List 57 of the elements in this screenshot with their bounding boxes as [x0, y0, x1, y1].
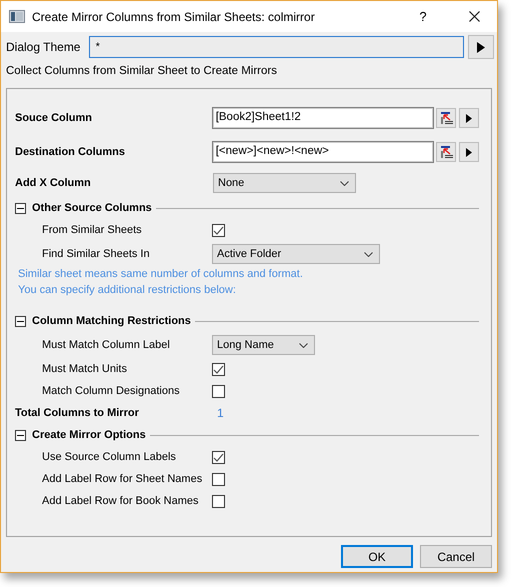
dropdown[interactable]: Long Name	[212, 335, 315, 355]
info-text: Similar sheet means same number of columns and format.	[18, 267, 304, 282]
section-title: Create Mirror Options	[32, 428, 146, 443]
column-picker-button[interactable]	[436, 108, 456, 128]
value-text: 1	[217, 405, 224, 422]
input-field[interactable]: [Book2]Sheet1!2	[212, 107, 434, 129]
dropdown[interactable]: Active Folder	[212, 244, 380, 264]
description-text: Collect Columns from Similar Sheet to Create Mirrors	[6, 64, 277, 80]
section-title: Other Source Columns	[32, 200, 152, 216]
theme-menu-button[interactable]	[468, 35, 494, 59]
close-icon	[468, 11, 480, 22]
field-label: From Similar Sheets	[42, 222, 143, 238]
arrow-button[interactable]	[459, 108, 479, 128]
collapse-toggle[interactable]	[15, 430, 26, 440]
collapse-toggle[interactable]	[15, 202, 26, 214]
dropdown[interactable]: None	[213, 173, 356, 193]
field-label: Total Columns to Mirror	[15, 406, 140, 421]
chevron-down-icon	[340, 180, 349, 186]
arrow-button[interactable]	[459, 142, 479, 162]
section-title: Column Matching Restrictions	[32, 314, 191, 329]
theme-field[interactable]: *	[88, 36, 464, 58]
chevron-down-icon	[299, 342, 308, 348]
column-picker-icon	[440, 146, 453, 158]
field-label: Add X Column	[15, 176, 92, 191]
dialog-button[interactable]: Cancel	[420, 545, 492, 568]
field-label: Find Similar Sheets In	[42, 246, 151, 262]
field-label: Must Match Units	[42, 362, 128, 377]
dialog-button[interactable]: OK	[341, 545, 413, 568]
column-picker-icon	[440, 112, 453, 124]
check-icon	[213, 226, 224, 234]
checkbox[interactable]	[212, 494, 225, 508]
checkbox[interactable]	[212, 472, 225, 486]
field-label: Must Match Column Label	[42, 338, 171, 353]
play-icon	[466, 114, 472, 122]
window-title: Create Mirror Columns from Similar Sheets: colmirror	[32, 8, 316, 26]
checkbox[interactable]	[212, 384, 225, 398]
field-label: Add Label Row for Sheet Names	[42, 472, 204, 487]
checkbox[interactable]	[212, 450, 225, 464]
field-label: Destination Columns	[15, 144, 126, 160]
field-label: Use Source Column Labels	[42, 450, 177, 465]
check-icon	[213, 452, 224, 462]
collapse-toggle[interactable]	[15, 316, 26, 326]
input-field[interactable]: [<new>]<new>!<new>	[212, 141, 434, 163]
checkbox[interactable]	[212, 224, 225, 236]
column-picker-button[interactable]	[436, 142, 456, 162]
field-label: Add Label Row for Book Names	[42, 494, 200, 509]
play-icon	[477, 42, 486, 52]
field-label: Souce Column	[15, 110, 94, 126]
app-icon	[9, 10, 25, 23]
play-icon	[466, 148, 472, 156]
info-text: You can specify additional restrictions below:	[18, 283, 237, 298]
field-label: Match Column Designations	[42, 384, 181, 399]
check-icon	[213, 364, 224, 374]
help-button[interactable]: ?	[408, 6, 438, 26]
chevron-down-icon	[364, 252, 373, 256]
field-label: Dialog Theme	[6, 39, 82, 56]
checkbox[interactable]	[212, 362, 225, 376]
